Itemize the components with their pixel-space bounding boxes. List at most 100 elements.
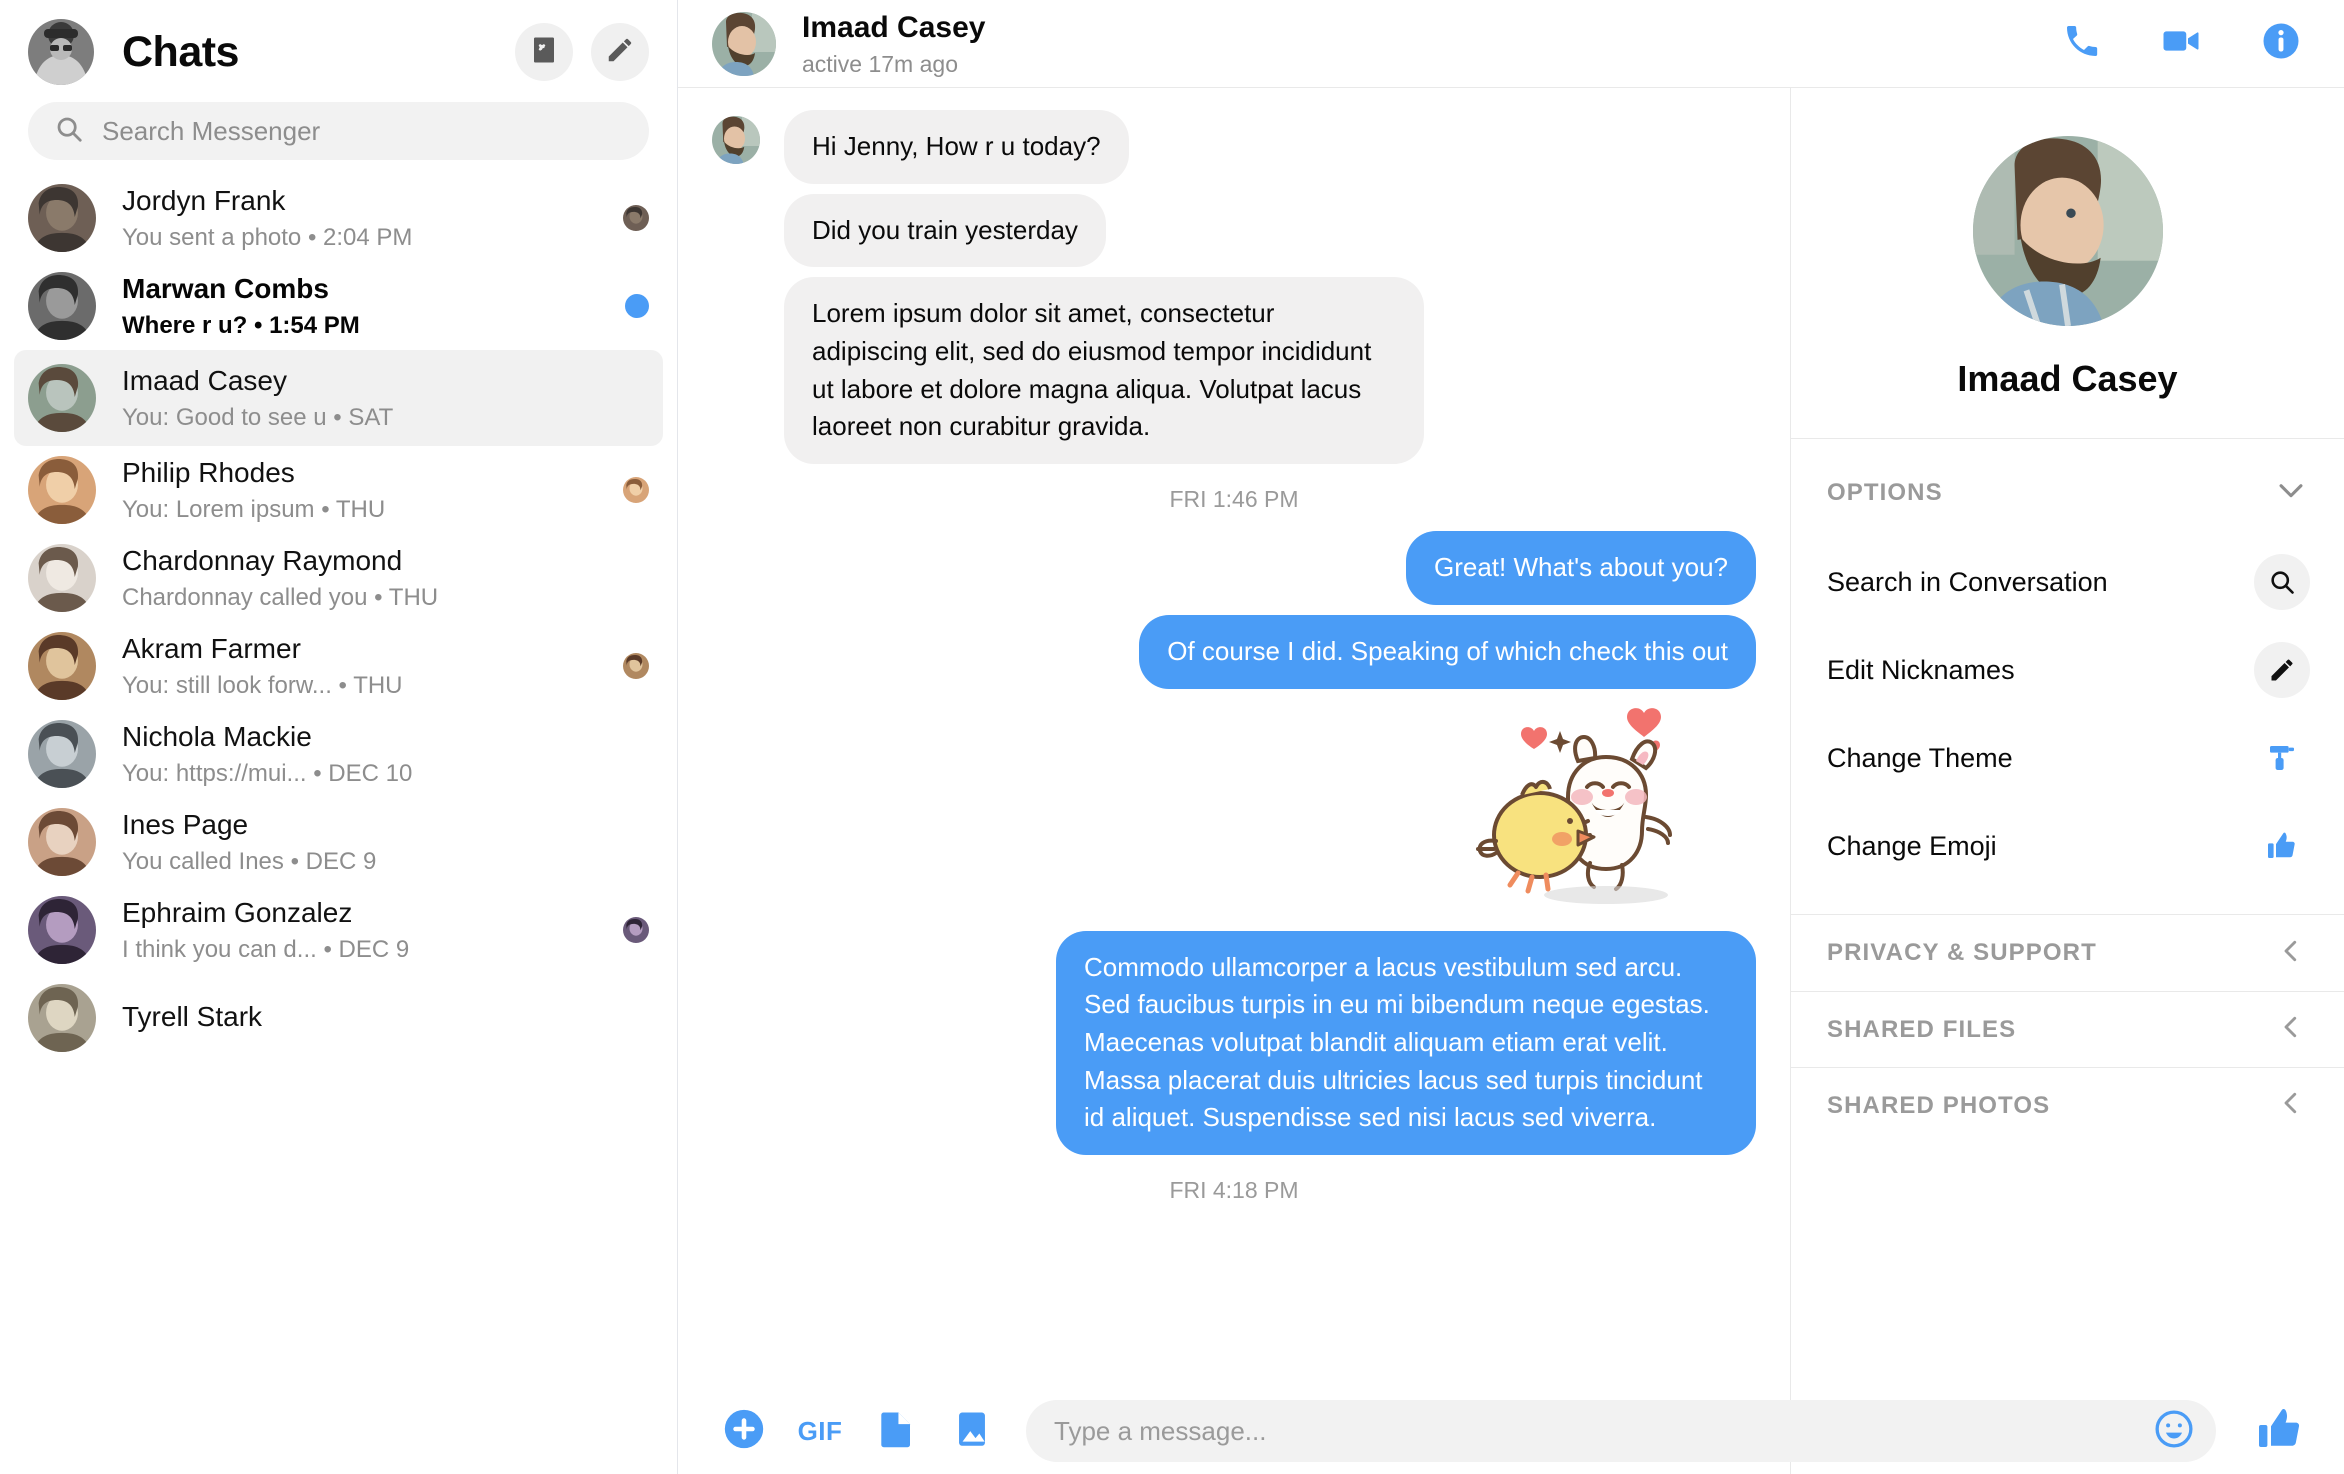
seen-receipt-avatar xyxy=(623,917,649,943)
contact-avatar xyxy=(28,272,96,340)
chat-item-name: Akram Farmer xyxy=(122,632,301,664)
chat-item-snippet: You: https://mui... • DEC 10 xyxy=(122,759,413,787)
emoji-picker-button[interactable] xyxy=(2146,1407,2202,1456)
search-icon xyxy=(2254,554,2310,610)
gif-button[interactable]: GIF xyxy=(782,1416,858,1447)
chat-list-item[interactable]: Chardonnay Raymond Chardonnay called you … xyxy=(14,534,663,622)
contact-avatar xyxy=(28,184,96,252)
chat-item-name: Nichola Mackie xyxy=(122,720,312,752)
option-search-in-conversation[interactable]: Search in Conversation xyxy=(1791,538,2344,626)
option-label: Change Emoji xyxy=(1827,830,1997,861)
page-title: Chats xyxy=(122,27,239,76)
smiley-icon xyxy=(2152,1407,2196,1456)
message-bubble[interactable]: Hi Jenny, How r u today? xyxy=(784,110,1129,184)
messenger-app: Chats Search Messenger Jordyn Frank You … xyxy=(0,0,2344,1474)
sticker-message[interactable] xyxy=(712,695,1756,925)
chat-list[interactable]: Jordyn Frank You sent a photo • 2:04 PM Ma… xyxy=(0,174,677,1474)
section-privacy-support[interactable]: PRIVACY & SUPPORT xyxy=(1791,915,2344,991)
message-bubble[interactable]: Lorem ipsum dolor sit amet, consectetur … xyxy=(784,277,1424,465)
chat-list-item[interactable]: Imaad Casey You: Good to see u • SAT xyxy=(14,350,663,446)
chat-list-item[interactable]: Philip Rhodes You: Lorem ipsum • THU xyxy=(14,446,663,534)
section-label: PRIVACY & SUPPORT xyxy=(1827,939,2097,966)
options-title: OPTIONS xyxy=(1827,478,1943,506)
chat-item-snippet: You called Ines • DEC 9 xyxy=(122,847,377,875)
send-like-button[interactable] xyxy=(2244,1405,2316,1458)
conversation-info-button[interactable] xyxy=(2260,20,2302,67)
message-bubble[interactable]: Did you train yesterday xyxy=(784,193,1106,268)
message-bubble[interactable]: Great! What's about you? xyxy=(1405,531,1756,605)
contact-avatar xyxy=(28,364,96,432)
chevron-left-icon xyxy=(2276,1012,2306,1047)
my-avatar[interactable] xyxy=(28,19,94,85)
conversation-pane: Imaad Casey active 17m ago Hi Jenny, How… xyxy=(678,0,2344,1474)
timestamp-divider: FRI 4:18 PM xyxy=(1169,1176,1299,1203)
chat-item-snippet: You: Good to see u • SAT xyxy=(122,403,394,431)
contact-name: Imaad Casey xyxy=(802,10,986,44)
option-change-emoji[interactable]: Change Emoji xyxy=(1791,802,2344,890)
search-icon xyxy=(54,114,84,149)
message-bubble[interactable]: Commodo ullamcorper a lacus vestibulum s… xyxy=(1056,930,1756,1155)
chat-list-item[interactable]: Jordyn Frank You sent a photo • 2:04 PM xyxy=(14,174,663,262)
options-section-header[interactable]: OPTIONS xyxy=(1791,439,2344,538)
collapsed-sections: PRIVACY & SUPPORT SHARED FILES SHARED PH… xyxy=(1791,914,2344,1143)
chat-item-text: Ephraim Gonzalez I think you can d... • D… xyxy=(122,895,609,965)
incoming-bubbles: Hi Jenny, How r u today? Did you train y… xyxy=(784,110,1424,465)
message-input[interactable]: Type a message... xyxy=(1026,1400,2216,1462)
section-shared-photos[interactable]: SHARED PHOTOS xyxy=(1791,1067,2344,1143)
video-call-button[interactable] xyxy=(2160,20,2202,67)
message-sender-avatar xyxy=(712,116,760,164)
contact-avatar xyxy=(28,544,96,612)
chat-item-snippet: Chardonnay called you • THU xyxy=(122,583,439,611)
contact-avatar xyxy=(28,896,96,964)
chat-item-name: Chardonnay Raymond xyxy=(122,544,403,576)
chat-list-item[interactable]: Ines Page You called Ines • DEC 9 xyxy=(14,798,663,886)
chat-item-name: Tyrell Stark xyxy=(122,1000,263,1032)
message-bubble[interactable]: Of course I did. Speaking of which check… xyxy=(1139,614,1756,689)
section-label: SHARED PHOTOS xyxy=(1827,1091,2051,1119)
section-label: SHARED FILES xyxy=(1827,1015,2017,1043)
video-camera-icon xyxy=(2160,20,2202,67)
chat-item-text: Chardonnay Raymond Chardonnay called you … xyxy=(122,543,609,613)
info-icon xyxy=(2260,20,2302,67)
option-label: Edit Nicknames xyxy=(1827,654,2015,685)
attach-photo-button[interactable] xyxy=(934,1408,1010,1455)
pencil-icon xyxy=(2254,642,2310,698)
chat-item-name: Philip Rhodes xyxy=(122,456,295,488)
chat-list-item[interactable]: Tyrell Stark xyxy=(14,974,663,1062)
search-container: Search Messenger xyxy=(0,96,677,174)
chat-item-name: Marwan Combs xyxy=(122,272,329,304)
chat-item-text: Marwan Combs Where r u? • 1:54 PM xyxy=(122,271,611,341)
thumbs-up-icon xyxy=(2254,818,2310,874)
option-change-theme[interactable]: Change Theme xyxy=(1791,714,2344,802)
contact-avatar[interactable] xyxy=(712,11,776,76)
chat-list-item[interactable]: Ephraim Gonzalez I think you can d... • D… xyxy=(14,886,663,974)
chat-item-text: Tyrell Stark xyxy=(122,999,609,1038)
search-input[interactable]: Search Messenger xyxy=(28,102,649,160)
contact-meta: Imaad Casey active 17m ago xyxy=(802,10,2062,78)
chats-sidebar: Chats Search Messenger Jordyn Frank You … xyxy=(0,0,678,1474)
conversation-actions xyxy=(2062,20,2310,67)
unread-indicator xyxy=(625,294,649,318)
chat-item-name: Ines Page xyxy=(122,808,249,840)
chat-item-text: Nichola Mackie You: https://mui... • DEC … xyxy=(122,719,609,789)
compose-button[interactable] xyxy=(591,23,649,81)
chat-item-text: Ines Page You called Ines • DEC 9 xyxy=(122,807,609,877)
add-attachment-button[interactable] xyxy=(706,1406,782,1457)
option-edit-nicknames[interactable]: Edit Nicknames xyxy=(1791,626,2344,714)
outgoing-bubbles: Great! What's about you? Of course I did… xyxy=(1139,531,1756,689)
attach-file-button[interactable] xyxy=(858,1408,934,1455)
voice-call-button[interactable] xyxy=(2062,21,2102,66)
section-shared-files[interactable]: SHARED FILES xyxy=(1791,991,2344,1067)
settings-button[interactable] xyxy=(515,23,573,81)
contact-avatar xyxy=(28,720,96,788)
chat-item-snippet: I think you can d... • DEC 9 xyxy=(122,935,410,963)
chat-list-item[interactable]: Marwan Combs Where r u? • 1:54 PM xyxy=(14,262,663,350)
profile-avatar[interactable] xyxy=(1972,136,2163,326)
image-icon xyxy=(951,1408,993,1455)
chat-list-item[interactable]: Akram Farmer You: still look forw... • TH… xyxy=(14,622,663,710)
chevron-down-icon xyxy=(2274,473,2308,512)
message-thread: Hi Jenny, How r u today? Did you train y… xyxy=(678,88,1790,1388)
conversation-info-panel: Imaad Casey OPTIONS Search in Conversati… xyxy=(1790,88,2344,1474)
chat-item-name: Ephraim Gonzalez xyxy=(122,896,353,928)
chat-list-item[interactable]: Nichola Mackie You: https://mui... • DEC … xyxy=(14,710,663,798)
